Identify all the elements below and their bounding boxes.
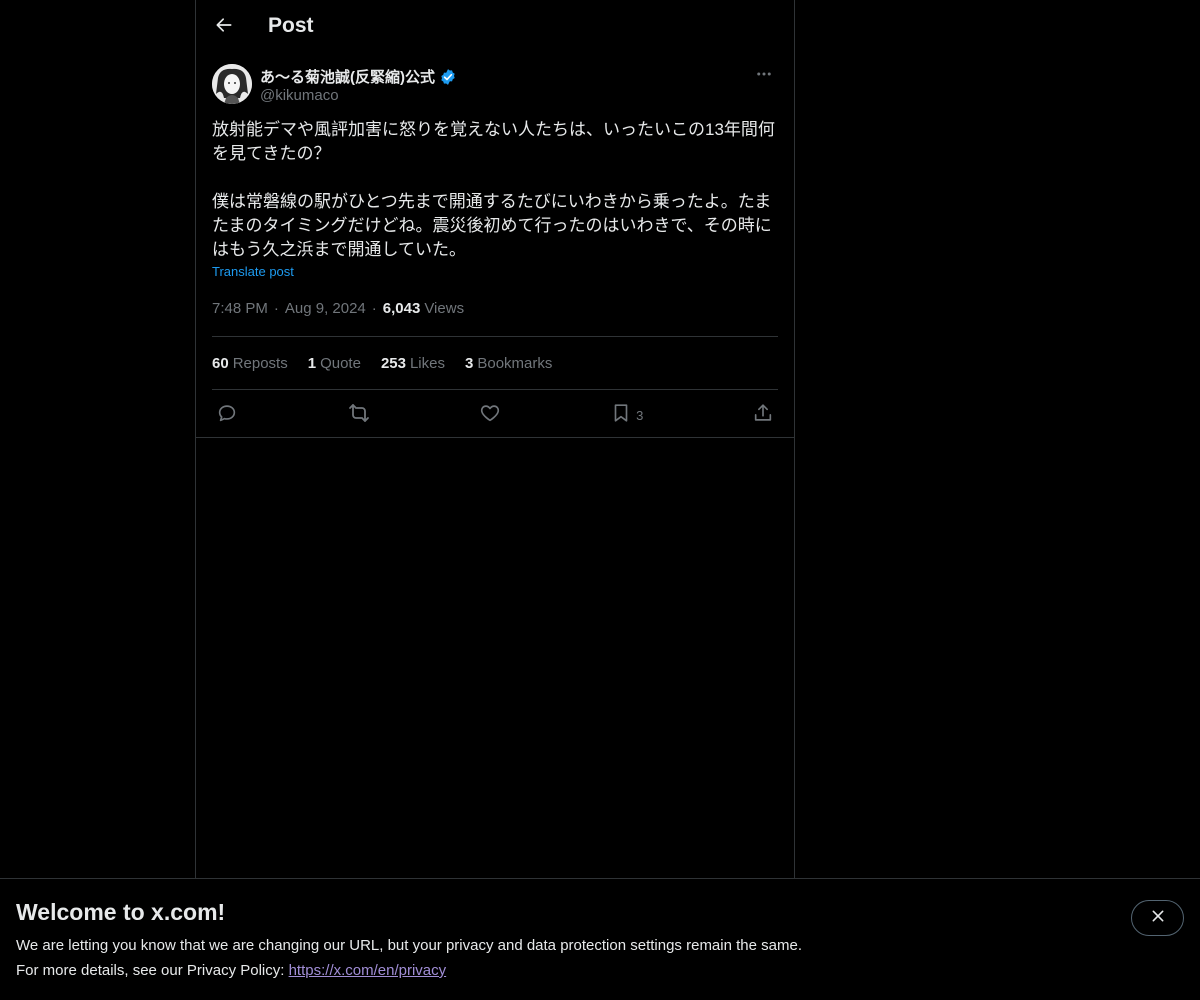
- reply-icon: [216, 402, 238, 424]
- url-change-banner: Welcome to x.com! We are letting you kno…: [0, 878, 1200, 1000]
- bookmarks-label: Bookmarks: [477, 354, 553, 372]
- reposts-count: 60: [212, 354, 229, 372]
- banner-privacy-line: For more details, see our Privacy Policy…: [16, 962, 446, 979]
- post-actions: 3: [212, 390, 778, 436]
- likes-count: 253: [380, 354, 406, 372]
- privacy-policy-link[interactable]: https://x.com/en/privacy: [289, 962, 447, 979]
- repost-button[interactable]: [347, 401, 371, 425]
- repost-icon: [347, 401, 371, 425]
- banner-close-button[interactable]: [1131, 900, 1184, 936]
- post-meta: 7:48 PM · Aug 9, 2024 · 6,043 Views: [212, 300, 778, 317]
- translate-post-link[interactable]: Translate post: [212, 264, 294, 279]
- likes-stat[interactable]: 253 Likes: [381, 355, 445, 372]
- reposts-label: Reposts: [232, 354, 288, 372]
- more-dots-icon: [755, 65, 773, 88]
- heart-icon: [479, 402, 501, 424]
- banner-privacy-prefix: For more details, see our Privacy Policy…: [16, 962, 289, 979]
- meta-separator: ·: [273, 300, 279, 317]
- reposts-stat[interactable]: 60 Reposts: [212, 355, 288, 372]
- like-button[interactable]: [479, 402, 501, 424]
- back-button[interactable]: [208, 11, 240, 43]
- bookmark-button[interactable]: 3: [610, 402, 643, 424]
- post-date[interactable]: Aug 9, 2024: [285, 300, 366, 317]
- page-title: Post: [268, 14, 314, 37]
- banner-title: Welcome to x.com!: [16, 899, 226, 925]
- author-row: あ〜る菊池誠(反緊縮)公式 @kikumaco: [212, 62, 778, 110]
- post-text: 放射能デマや風評加害に怒りを覚えない人たちは、いったいこの13年間何を見てきたの…: [212, 120, 775, 259]
- verified-badge-icon: [439, 68, 457, 86]
- author-name[interactable]: あ〜る菊池誠(反緊縮)公式: [260, 66, 457, 87]
- bookmark-icon: [610, 402, 632, 424]
- more-options-button[interactable]: [750, 62, 778, 90]
- bookmarks-count: 3: [465, 354, 474, 372]
- author-handle[interactable]: @kikumaco: [260, 87, 339, 104]
- bookmark-action-count: 3: [636, 407, 644, 423]
- share-button[interactable]: [752, 402, 774, 424]
- quotes-stat[interactable]: 1 Quote: [308, 355, 361, 372]
- banner-message: We are letting you know that we are chan…: [16, 937, 802, 954]
- quotes-label: Quote: [320, 354, 361, 372]
- views-count: 6,043: [382, 300, 421, 317]
- quotes-count: 1: [307, 354, 317, 372]
- primary-column: Post あ〜る菊池誠(反緊縮)公式 @kikumaco 放射能デマや風評加害に…: [195, 0, 795, 880]
- likes-label: Likes: [409, 354, 445, 372]
- author-name-text: あ〜る菊池誠(反緊縮)公式: [260, 69, 435, 86]
- bookmarks-stat[interactable]: 3 Bookmarks: [465, 355, 552, 372]
- post-stats: 60 Reposts 1 Quote 253 Likes 3 Bookmarks: [212, 336, 778, 390]
- post-article: あ〜る菊池誠(反緊縮)公式 @kikumaco 放射能デマや風評加害に怒りを覚え…: [212, 62, 778, 281]
- views-label: Views: [424, 300, 465, 317]
- arrow-left-icon: [214, 15, 234, 40]
- post-time[interactable]: 7:48 PM: [212, 300, 268, 317]
- meta-separator: ·: [371, 300, 377, 317]
- close-icon: [1150, 908, 1166, 929]
- reply-button[interactable]: [216, 402, 238, 424]
- avatar[interactable]: [212, 64, 252, 104]
- divider: [196, 437, 794, 438]
- post-header: Post: [196, 0, 794, 54]
- share-icon: [752, 402, 774, 424]
